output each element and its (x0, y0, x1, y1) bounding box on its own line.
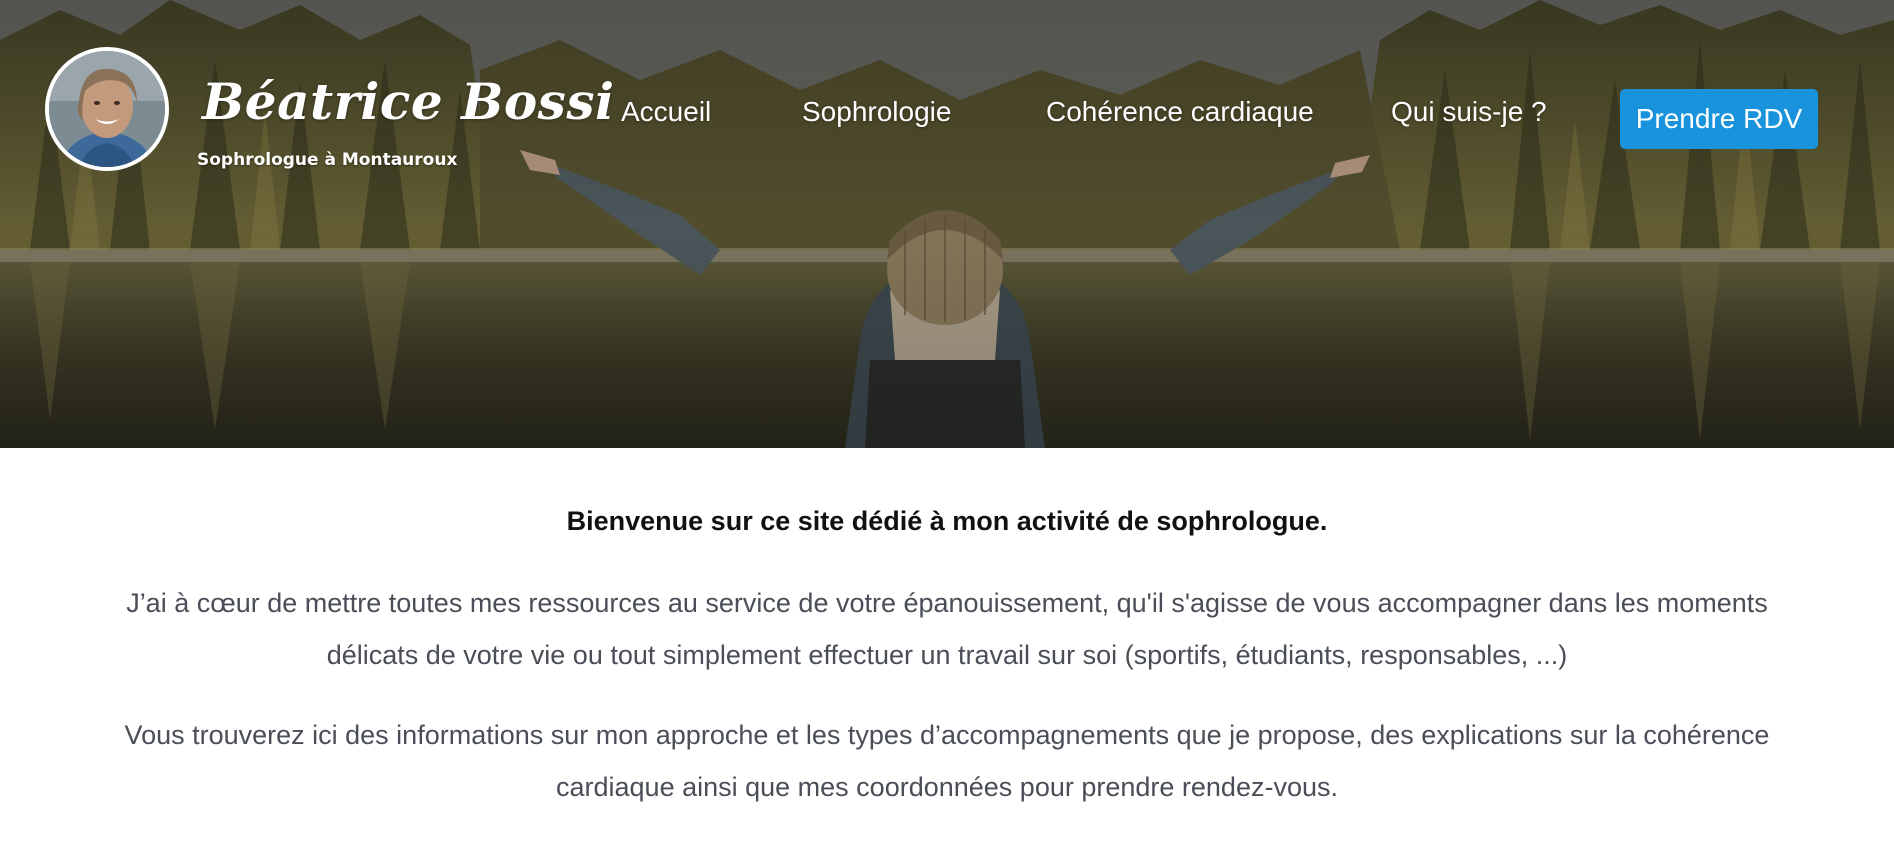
prendre-rdv-button[interactable]: Prendre RDV (1620, 89, 1818, 149)
brand-subtitle: Sophrologue à Montauroux (197, 150, 458, 170)
nav-link-qui-suis-je[interactable]: Qui suis-je ? (1391, 96, 1547, 128)
welcome-heading: Bienvenue sur ce site dédié à mon activi… (566, 506, 1328, 536)
nav-link-accueil[interactable]: Accueil (621, 96, 711, 128)
avatar[interactable] (45, 47, 169, 171)
hero-banner: Béatrice Bossi Sophrologue à Montauroux … (0, 0, 1894, 448)
nav-link-coherence-cardiaque[interactable]: Cohérence cardiaque (1046, 96, 1314, 128)
info-paragraph: Vous trouverez ici des informations sur … (124, 720, 1770, 802)
main-content: Bienvenue sur ce site dédié à mon activi… (0, 448, 1894, 863)
portrait-photo (49, 51, 165, 167)
nav-link-sophrologie[interactable]: Sophrologie (802, 96, 951, 128)
site-header: Béatrice Bossi Sophrologue à Montauroux … (0, 0, 1894, 200)
brand-name[interactable]: Béatrice Bossi (202, 72, 614, 131)
intro-paragraph: J’ai à cœur de mettre toutes mes ressour… (126, 588, 1768, 670)
